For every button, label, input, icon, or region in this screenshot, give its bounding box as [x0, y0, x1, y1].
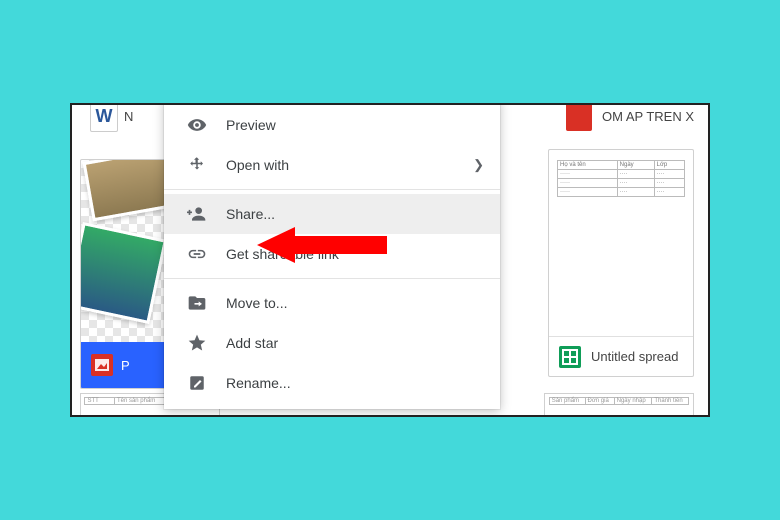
- google-sheets-icon: [559, 346, 581, 368]
- menu-label: Add star: [226, 335, 278, 351]
- menu-label: Rename...: [226, 375, 291, 391]
- menu-item-get-link[interactable]: Get shareable link: [164, 234, 500, 274]
- menu-item-add-star[interactable]: Add star: [164, 323, 500, 363]
- menu-item-rename[interactable]: Rename...: [164, 363, 500, 403]
- file-item-doc[interactable]: Sản phẩmĐơn giáNgày nhậpThành tiền: [544, 393, 694, 417]
- file-item-word[interactable]: W N: [90, 103, 133, 132]
- spreadsheet-preview: Họ và tênNgàyLớp ············· ·········…: [549, 150, 693, 336]
- menu-item-share[interactable]: Share...: [164, 194, 500, 234]
- move-arrows-icon: [182, 156, 212, 174]
- file-name-fragment: N: [124, 109, 133, 124]
- google-drive-view: W N OM AP TREN X P Họ và tênNgàyLớp ····: [70, 103, 710, 417]
- star-icon: [182, 333, 212, 353]
- menu-separator: [164, 189, 500, 190]
- link-icon: [182, 244, 212, 264]
- menu-label: Get shareable link: [226, 246, 339, 262]
- menu-label: Share...: [226, 206, 275, 222]
- file-item-spreadsheet[interactable]: Họ và tênNgàyLớp ············· ·········…: [548, 149, 694, 377]
- rename-icon: [182, 374, 212, 392]
- menu-label: Move to...: [226, 295, 287, 311]
- menu-label: Open with: [226, 157, 289, 173]
- menu-label: Preview: [226, 117, 276, 133]
- menu-item-preview[interactable]: Preview: [164, 105, 500, 145]
- image-icon: [91, 354, 113, 376]
- folder-move-icon: [182, 293, 212, 313]
- context-menu: Preview Open with ❯ Share... Get shareab…: [164, 103, 500, 409]
- eye-icon: [182, 115, 212, 135]
- file-footer: Untitled spread: [549, 336, 693, 376]
- file-item-pdf[interactable]: OM AP TREN X: [566, 103, 694, 131]
- pdf-icon: [566, 103, 592, 131]
- chevron-right-icon: ❯: [473, 157, 484, 173]
- menu-item-move-to[interactable]: Move to...: [164, 283, 500, 323]
- word-icon: W: [90, 103, 118, 132]
- person-add-icon: [182, 204, 212, 224]
- file-name: P: [121, 358, 130, 373]
- menu-separator: [164, 278, 500, 279]
- file-name: Untitled spread: [591, 349, 678, 364]
- menu-item-open-with[interactable]: Open with ❯: [164, 145, 500, 185]
- file-name-fragment: OM AP TREN X: [602, 109, 694, 124]
